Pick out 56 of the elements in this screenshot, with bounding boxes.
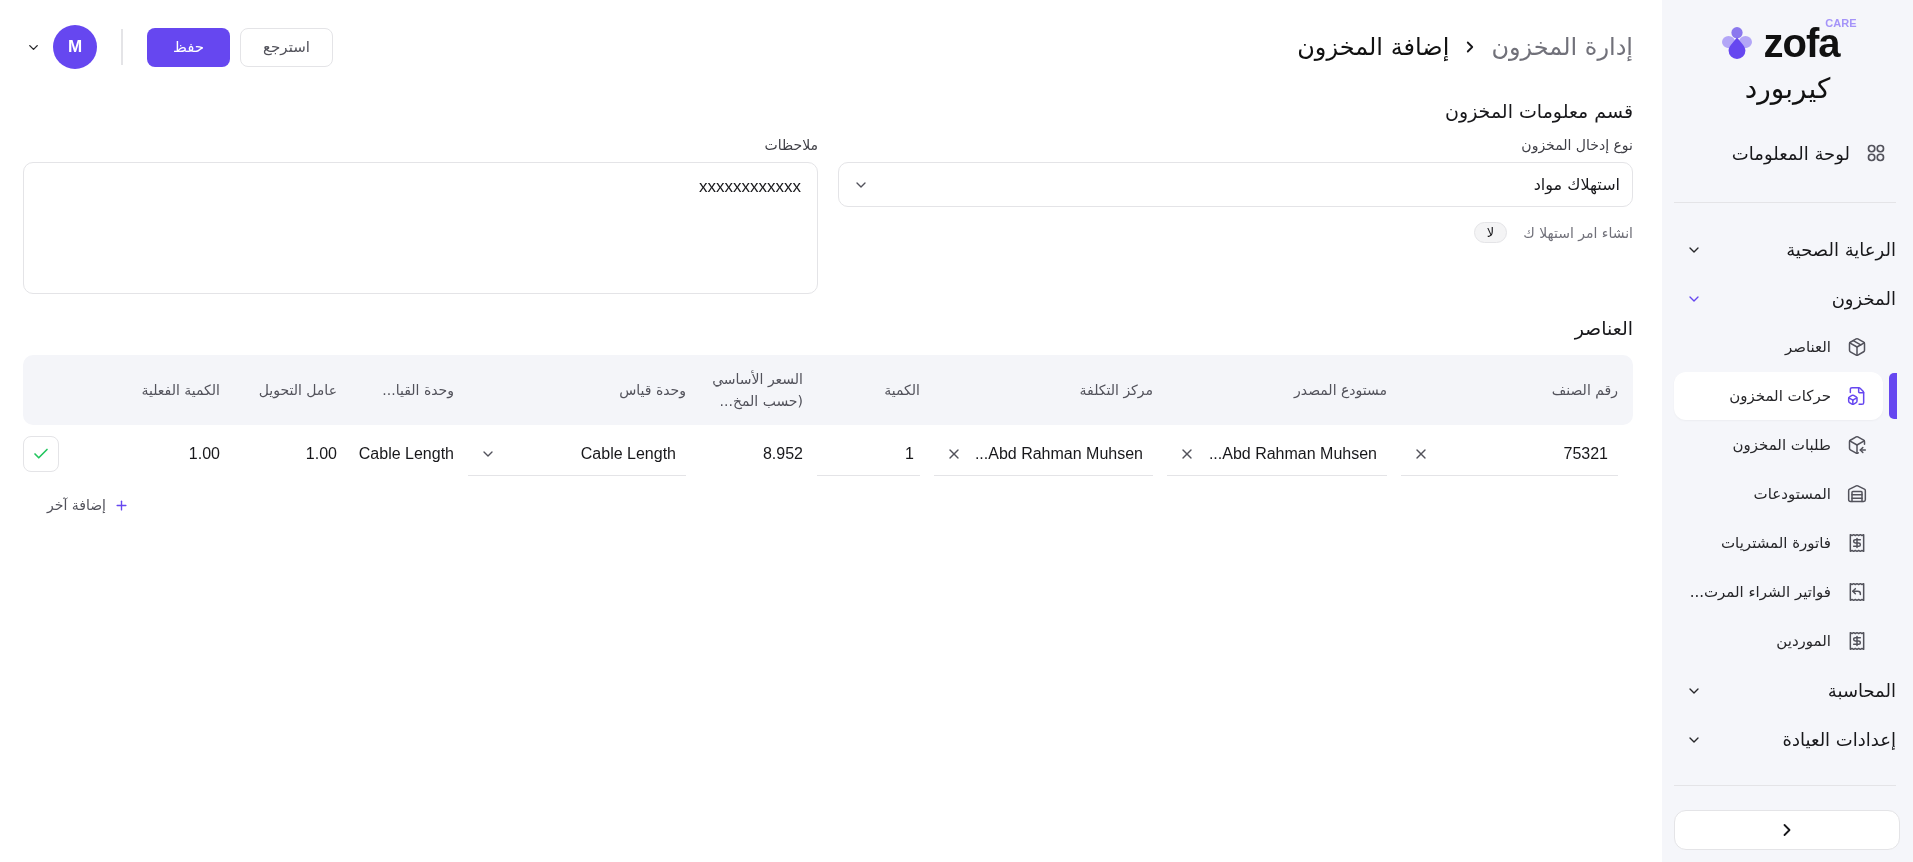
column-header: عامل التحويل [258,381,337,401]
receipt-icon [1847,631,1867,651]
warehouse-icon [1847,484,1867,504]
clearable-field[interactable]: Abd Rahman Muhsen... [1167,432,1387,476]
column-header: رقم الصنف [1551,381,1618,401]
save-button[interactable]: حفظ [147,27,231,67]
add-row-button[interactable]: إضافة آخر [47,493,129,517]
restore-button[interactable]: استرجع [240,27,333,67]
sidebar-item[interactable]: المستودعات [1674,470,1883,518]
sidebar-item[interactable]: الموردين [1674,617,1883,665]
grid-icon [1866,143,1886,163]
sidebar-section[interactable]: إعدادات العيادة [1662,715,1913,764]
sidebar-section[interactable]: المخزون [1662,274,1913,323]
file-box-icon [1847,386,1867,406]
column-header: الكمية [884,381,920,400]
table-cell-text: 1.00 [305,444,337,464]
unit-select[interactable]: Cable Length [468,432,686,476]
clearable-field[interactable]: Abd Rahman Muhsen... [934,432,1153,476]
table-cell-text: 8.952 [762,444,803,464]
app-name: كيربورد [1744,71,1831,107]
receipt-icon [1847,533,1867,553]
column-header: وحدة قياس [619,381,686,401]
active-indicator [1889,373,1897,419]
sidebar-item[interactable]: فاتورة المشتريات [1674,519,1883,567]
column-header: وحدة القيا... [382,381,454,401]
column-header: السعر الأساسي (حسب المخ... [711,369,803,412]
sidebar-section[interactable]: المحاسبة [1662,666,1913,715]
clearable-field[interactable]: 75321 [1401,432,1618,476]
box-arrow-icon [1847,435,1867,455]
logo-icon [1721,26,1752,60]
box-icon [1847,337,1867,357]
sidebar-item[interactable]: العناصر [1674,323,1883,371]
column-header: الكمية الفعلية [141,381,220,400]
breadcrumb-item[interactable]: إدارة المخزون [1491,31,1633,63]
sidebar-item[interactable]: حركات المخزون [1674,372,1883,420]
table-cell-text: Cable Length [358,444,454,464]
column-header: مستودع المصدر [1294,381,1387,401]
column-header: مركز التكلفة [1079,381,1153,401]
sidebar-section[interactable]: الرعاية الصحية [1662,225,1913,274]
plus-icon [113,497,129,513]
dashboard-link[interactable]: لوحة المعلومات [1731,129,1886,177]
breadcrumb-item: إضافة المخزون [1297,32,1450,63]
sidebar-item[interactable]: فواتير الشراء المرت... [1674,568,1883,616]
quantity-field[interactable]: 1 [817,432,920,476]
notes-textarea[interactable]: xxxxxxxxxxxx [23,162,818,294]
toggle-pill[interactable]: لا [1473,222,1508,243]
field-label: ملاحظات [764,136,818,155]
sidebar-item[interactable]: طلبات المخزون [1674,421,1883,469]
entry-type-select[interactable]: استهلاك مواد [838,162,1633,207]
section-title: قسم معلومات المخزون [1445,99,1633,125]
section-title: العناصر [1574,316,1633,340]
receipt-arrow-icon [1847,582,1867,602]
table-cell-text: 1.00 [188,444,220,464]
avatar[interactable]: M [53,25,97,69]
field-label: انشاء امر استهلا ك [1523,223,1633,243]
field-label: نوع إدخال المخزون [1521,136,1633,155]
